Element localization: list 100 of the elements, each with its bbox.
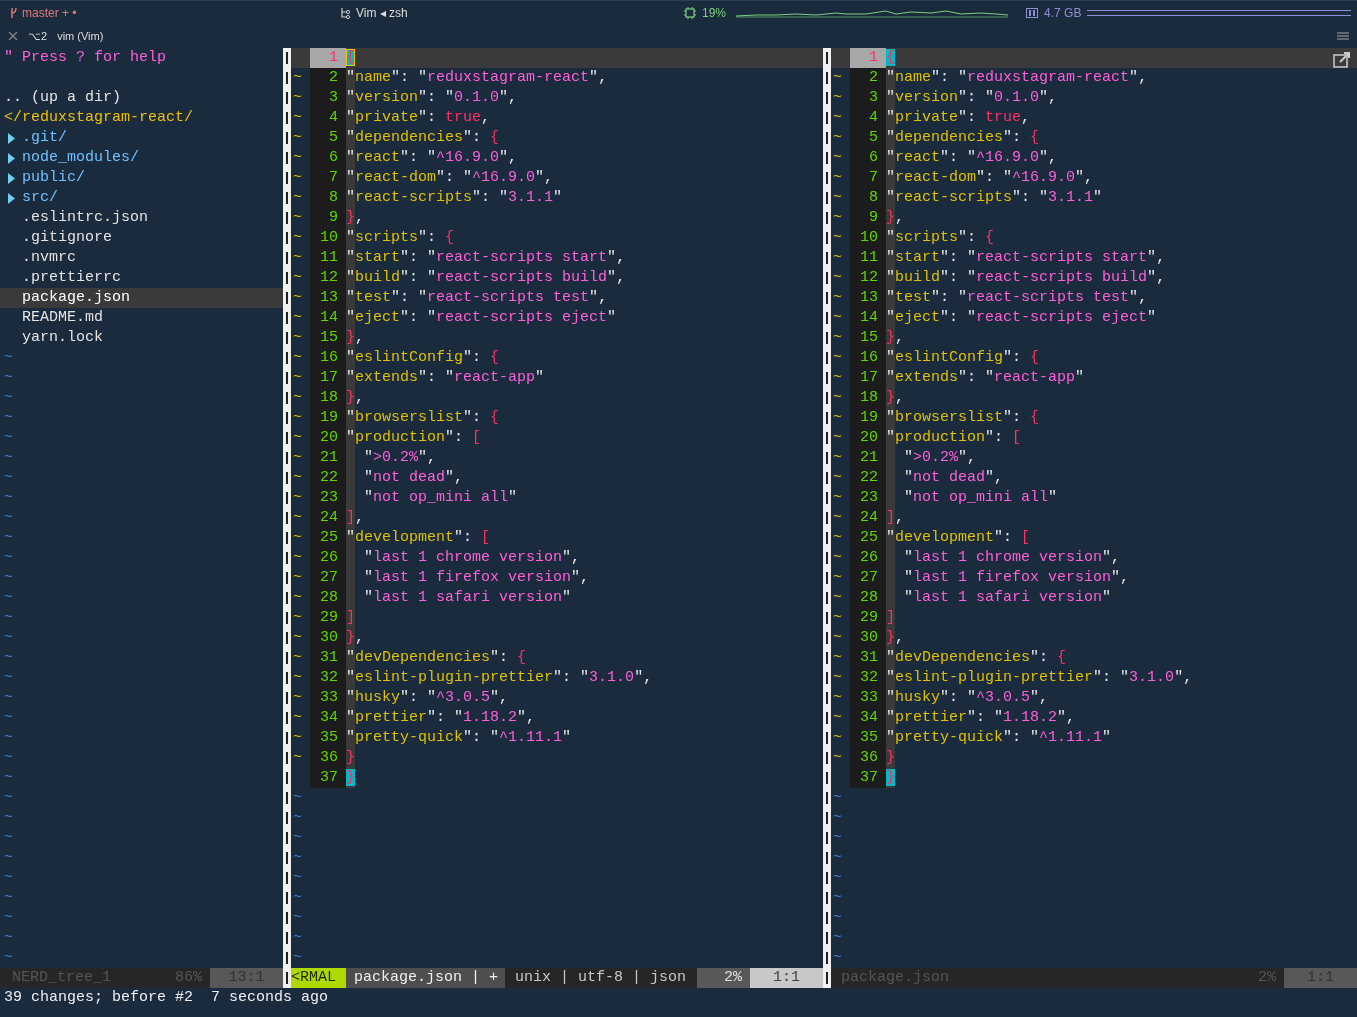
file-item[interactable]: .gitignore	[22, 228, 112, 248]
line-number: 2	[850, 68, 886, 88]
empty-line-marker: ~	[293, 929, 302, 946]
directory-item[interactable]: public/	[22, 168, 85, 188]
line-number: 16	[850, 348, 886, 368]
line-number: 18	[850, 388, 886, 408]
empty-line-marker: ~	[3, 368, 13, 388]
fold-marker: ~	[293, 269, 302, 286]
triangle-icon[interactable]	[8, 132, 15, 144]
line-number: 3	[310, 88, 346, 108]
code-line: {	[886, 48, 895, 68]
fold-marker: ~	[293, 109, 302, 126]
empty-line-marker: ~	[293, 849, 302, 866]
line-number: 4	[310, 108, 346, 128]
directory-item[interactable]: src/	[22, 188, 58, 208]
empty-line-marker: ~	[3, 508, 13, 528]
fold-marker: ~	[833, 349, 842, 366]
line-number: 1	[310, 48, 346, 68]
empty-line-marker: ~	[3, 728, 13, 748]
tab-shortcut: ⌥2	[28, 29, 48, 43]
line-number: 16	[310, 348, 346, 368]
close-icon[interactable]	[8, 31, 18, 41]
triangle-icon[interactable]	[8, 192, 15, 204]
line-number: 25	[310, 528, 346, 548]
line-number: 21	[310, 448, 346, 468]
fold-marker: ~	[833, 589, 842, 606]
line-number: 23	[310, 488, 346, 508]
empty-line-marker: ~	[3, 568, 13, 588]
line-number: 21	[850, 448, 886, 468]
line-number: 30	[850, 628, 886, 648]
line-number: 10	[310, 228, 346, 248]
tab-title[interactable]: vim (Vim)	[57, 30, 104, 42]
fold-marker: ~	[833, 669, 842, 686]
line-number: 26	[850, 548, 886, 568]
fold-marker: ~	[293, 689, 302, 706]
fold-marker: ~	[833, 409, 842, 426]
empty-line-marker: ~	[3, 628, 13, 648]
line-number: 22	[310, 468, 346, 488]
file-info: unix | utf-8 | json	[505, 968, 697, 988]
parent-directory[interactable]: .. (up a dir)	[0, 88, 122, 108]
line-number: 26	[310, 548, 346, 568]
triangle-icon[interactable]	[8, 152, 15, 164]
external-link-icon[interactable]	[1333, 52, 1351, 68]
file-name: package.json | +	[346, 968, 505, 988]
fold-marker: ~	[833, 289, 842, 306]
line-number: 29	[310, 608, 346, 628]
cursor-position: 1:1	[750, 968, 823, 988]
file-item[interactable]: .eslintrc.json	[22, 208, 149, 228]
line-number: 29	[850, 608, 886, 628]
fold-marker: ~	[293, 129, 302, 146]
directory-item[interactable]: .git/	[22, 128, 67, 148]
empty-line-marker: ~	[833, 869, 842, 886]
line-number: 35	[310, 728, 346, 748]
fold-marker: ~	[833, 329, 842, 346]
line-number: 33	[850, 688, 886, 708]
line-number: 17	[310, 368, 346, 388]
line-number: 3	[850, 88, 886, 108]
line-number: 15	[310, 328, 346, 348]
file-item[interactable]: .nvmrc	[22, 248, 76, 268]
line-number: 8	[310, 188, 346, 208]
fold-marker: ~	[833, 489, 842, 506]
empty-line-marker: ~	[3, 428, 13, 448]
empty-line-marker: ~	[3, 928, 13, 948]
empty-line-marker: ~	[3, 848, 13, 868]
fold-marker: ~	[293, 69, 302, 86]
fold-marker: ~	[833, 529, 842, 546]
empty-line-marker: ~	[3, 448, 13, 468]
empty-line-marker: ~	[3, 468, 13, 488]
empty-line-marker: ~	[833, 849, 842, 866]
menu-icon[interactable]	[1337, 31, 1349, 41]
line-number: 25	[850, 528, 886, 548]
line-number: 31	[850, 648, 886, 668]
root-directory: </reduxstagram-react/	[3, 108, 194, 128]
fold-marker: ~	[833, 469, 842, 486]
empty-line-marker: ~	[3, 908, 13, 928]
file-item[interactable]: README.md	[22, 308, 103, 328]
empty-line-marker: ~	[3, 408, 13, 428]
fold-marker: ~	[833, 189, 842, 206]
line-number: 34	[310, 708, 346, 728]
fold-marker: ~	[833, 209, 842, 226]
command-message: 39 changes; before #2 7 seconds ago	[3, 988, 329, 1008]
directory-item[interactable]: node_modules/	[22, 148, 140, 168]
triangle-icon[interactable]	[8, 172, 15, 184]
fold-marker: ~	[833, 649, 842, 666]
file-item[interactable]: yarn.lock	[22, 328, 103, 348]
line-number: 20	[850, 428, 886, 448]
fold-marker: ~	[833, 129, 842, 146]
fold-marker: ~	[833, 369, 842, 386]
file-item[interactable]: .prettierrc	[22, 268, 122, 288]
fold-marker: ~	[833, 69, 842, 86]
fold-marker: ~	[293, 749, 302, 766]
line-number: 11	[850, 248, 886, 268]
fold-marker: ~	[833, 629, 842, 646]
line-number: 13	[850, 288, 886, 308]
empty-line-marker: ~	[3, 608, 13, 628]
fold-marker: ~	[293, 609, 302, 626]
fold-marker: ~	[293, 489, 302, 506]
line-number: 8	[850, 188, 886, 208]
line-number: 7	[310, 168, 346, 188]
fold-marker: ~	[293, 449, 302, 466]
